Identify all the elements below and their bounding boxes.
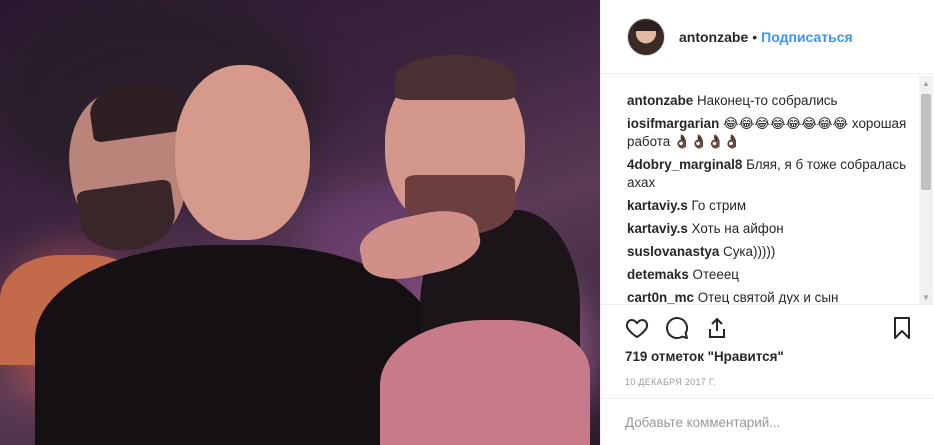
share-icon: [709, 317, 725, 338]
comment-item: suslovanastya Сука))))): [627, 243, 915, 261]
photo-figure: [175, 65, 310, 240]
photo-figure: [75, 178, 180, 257]
comment-text: Отец святой дух и сын: [697, 290, 839, 305]
share-button[interactable]: [705, 316, 729, 340]
comment-item: detemaks Отееец: [627, 266, 915, 284]
header-separator: •: [752, 28, 758, 45]
comment-username[interactable]: suslovanastya: [627, 244, 719, 259]
scroll-down-arrow-icon[interactable]: ▼: [919, 290, 933, 304]
instagram-post: antonzabe • Подписаться antonzabe Наконе…: [0, 0, 934, 445]
comment-item: 4dobry_marginal8 Бляя, я б тоже собралас…: [627, 156, 915, 192]
post-date: 10 ДЕКАБРЯ 2017 Г.: [625, 377, 716, 387]
comment-username[interactable]: detemaks: [627, 267, 689, 282]
comment-text: Го стрим: [691, 198, 747, 213]
comment-button[interactable]: [665, 316, 689, 340]
speech-bubble-icon: [666, 317, 689, 340]
comment-username[interactable]: 4dobry_marginal8: [627, 157, 742, 172]
likes-count[interactable]: 719 отметок "Нравится": [625, 349, 784, 364]
comment-item: kartaviy.s Го стрим: [627, 197, 915, 215]
add-comment-section: [601, 398, 934, 445]
comment-username[interactable]: kartaviy.s: [627, 221, 688, 236]
scroll-up-arrow-icon[interactable]: ▲: [919, 76, 933, 90]
comment-item: kartaviy.s Хоть на айфон: [627, 220, 915, 238]
photo-figure: [380, 320, 590, 445]
comment-item: iosifmargarian 😂😂😂😂😂😂😂😂 хорошая работа 👌…: [627, 115, 915, 151]
comment-username[interactable]: kartaviy.s: [627, 198, 688, 213]
comment-item: antonzabe Наконец-то собрались: [627, 92, 915, 110]
post-side-panel: antonzabe • Подписаться antonzabe Наконе…: [600, 0, 934, 445]
comments-list: antonzabe Наконец-то собрались iosifmarg…: [627, 92, 915, 305]
author-avatar[interactable]: [627, 17, 665, 56]
comment-item: cart0n_mc Отец святой дух и сын: [627, 289, 915, 305]
like-button[interactable]: [625, 316, 649, 340]
comment-text: Отееец: [692, 267, 739, 282]
post-photo[interactable]: [0, 0, 600, 445]
comment-text: Хоть на айфон: [691, 221, 784, 236]
comment-username[interactable]: cart0n_mc: [627, 290, 694, 305]
comment-text: Наконец-то собрались: [696, 93, 838, 108]
bookmark-icon: [894, 317, 910, 339]
comment-username[interactable]: antonzabe: [627, 93, 693, 108]
heart-icon: [625, 318, 649, 339]
photo-figure: [395, 55, 515, 100]
comments-scrollbar[interactable]: ▲ ▼: [919, 76, 933, 304]
post-header: antonzabe • Подписаться: [601, 0, 934, 74]
add-comment-input[interactable]: [625, 414, 915, 430]
post-actions-bar: [601, 304, 934, 345]
save-button[interactable]: [890, 316, 914, 340]
comment-username[interactable]: iosifmargarian: [627, 116, 719, 131]
follow-button[interactable]: Подписаться: [761, 29, 853, 45]
author-username[interactable]: antonzabe: [679, 29, 748, 45]
scrollbar-thumb[interactable]: [921, 94, 931, 190]
comment-text: Сука))))): [723, 244, 776, 259]
